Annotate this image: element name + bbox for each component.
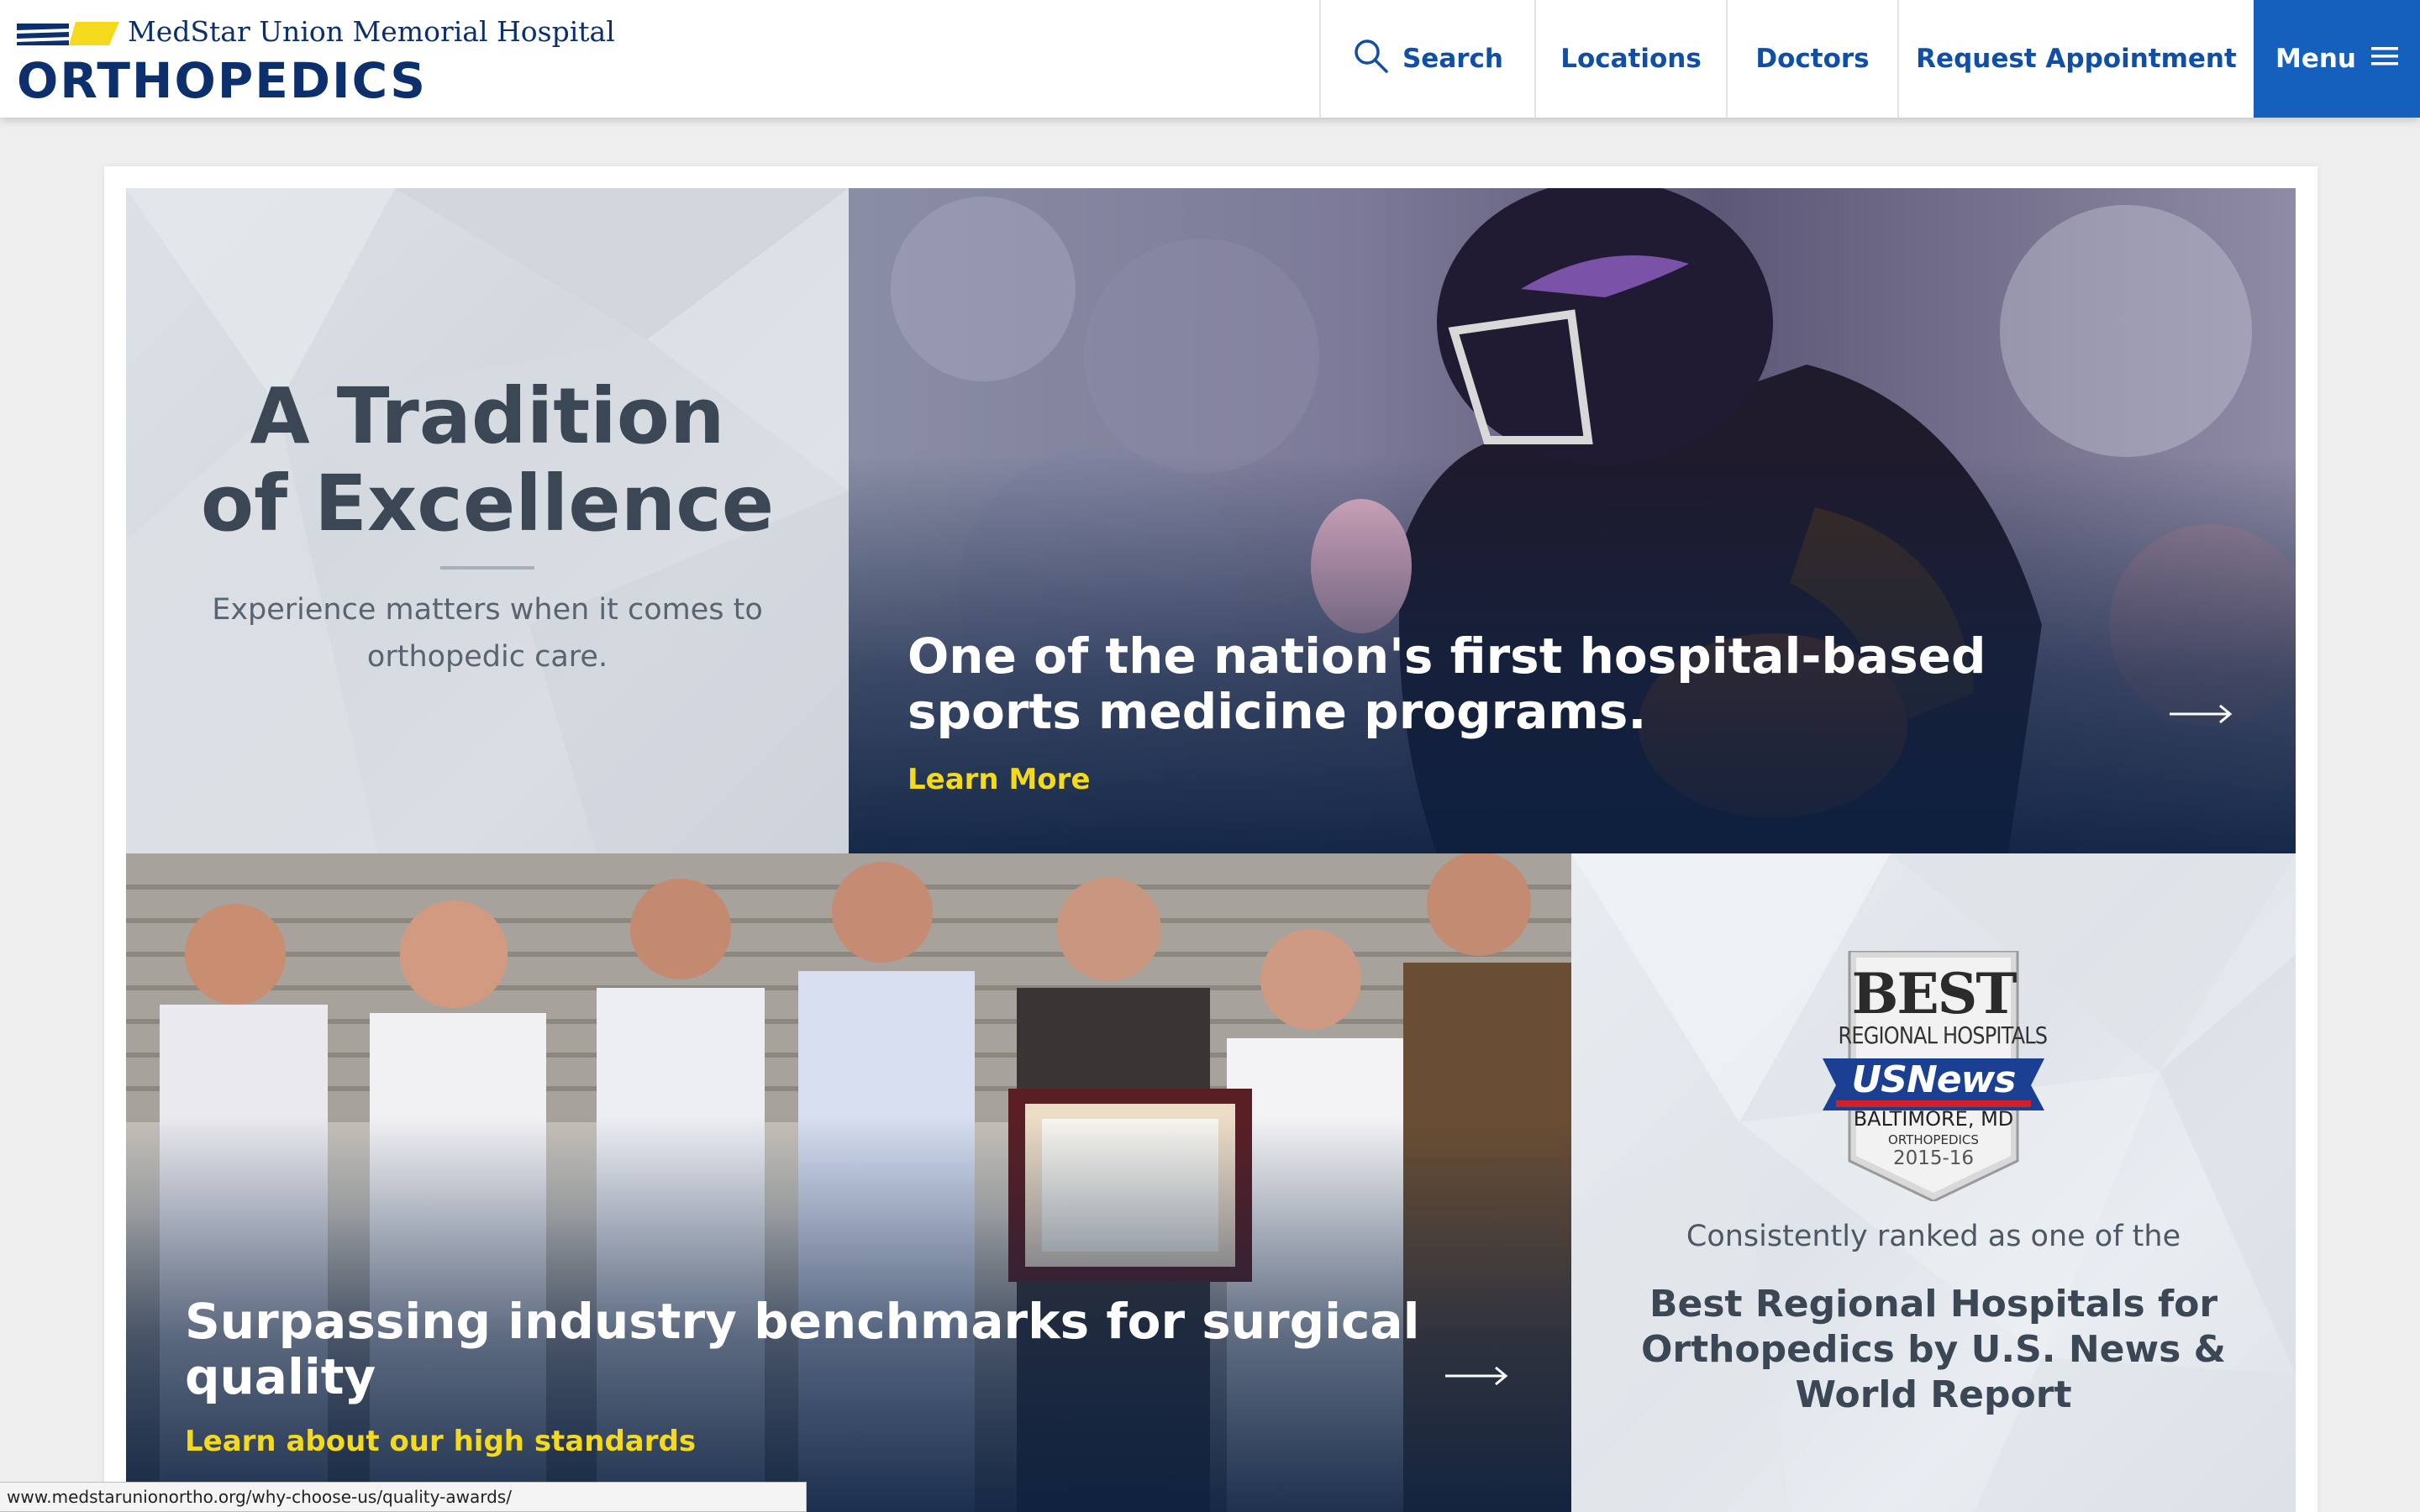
nav-doctors-label: Doctors (1755, 44, 1870, 74)
ranking-title: Best Regional Hospitals for Orthopedics … (1640, 1283, 2227, 1416)
medstar-logo-icon (17, 22, 119, 45)
tradition-title: A Tradition of Excellence (126, 373, 849, 548)
hospital-name: MedStar Union Memorial Hospital (128, 15, 615, 48)
arrow-right-icon[interactable] (1445, 1366, 1509, 1386)
nav-search-button[interactable]: Search (1319, 0, 1534, 118)
high-standards-link[interactable]: Learn about our high standards (185, 1425, 696, 1458)
ranking-panel: BEST REGIONAL HOSPITALS USNews BALTIMORE… (1571, 853, 2296, 1512)
ranking-intro: Consistently ranked as one of the (1686, 1220, 2181, 1253)
badge-usnews-logo: USNews (1851, 1058, 2017, 1101)
us-news-badge: BEST REGIONAL HOSPITALS USNews BALTIMORE… (1823, 951, 2048, 1201)
learn-more-link[interactable]: Learn More (908, 763, 1091, 796)
badge-best-text: BEST (1851, 961, 2018, 1026)
nav-request-appointment-link[interactable]: Request Appointment (1897, 0, 2254, 118)
search-icon (1352, 37, 1389, 81)
hamburger-menu-icon (2371, 44, 2398, 74)
tradition-panel: A Tradition of Excellence Experience mat… (126, 188, 849, 853)
browser-status-bar: www.medstarunionortho.org/why-choose-us/… (0, 1482, 807, 1512)
badge-years: 2015-16 (1892, 1147, 1975, 1169)
nav-locations-link[interactable]: Locations (1534, 0, 1726, 118)
tradition-title-line2: of Excellence (200, 459, 775, 549)
tradition-content: A Tradition of Excellence Experience mat… (126, 188, 849, 853)
nav-request-label: Request Appointment (1916, 44, 2237, 74)
site-header: MedStar Union Memorial Hospital ORTHOPED… (0, 0, 2420, 118)
main-nav: Search Locations Doctors Request Appoint… (1319, 0, 2420, 118)
arrow-right-icon[interactable] (2170, 704, 2233, 724)
badge-subtitle: REGIONAL HOSPITALS (1838, 1021, 2048, 1049)
nav-locations-label: Locations (1560, 44, 1702, 74)
nav-doctors-link[interactable]: Doctors (1726, 0, 1897, 118)
surgical-heading: Surpassing industry benchmarks for surgi… (185, 1293, 1420, 1405)
site-logo[interactable]: MedStar Union Memorial Hospital ORTHOPED… (17, 15, 615, 109)
department-name: ORTHOPEDICS (17, 52, 428, 109)
nav-search-label: Search (1402, 44, 1503, 74)
sports-medicine-panel[interactable]: One of the nation's first hospital-based… (849, 188, 2296, 853)
tradition-title-line1: A Tradition (250, 371, 725, 461)
menu-label: Menu (2275, 44, 2356, 74)
tradition-subtitle: Experience matters when it comes to orth… (212, 593, 763, 674)
surgical-quality-panel[interactable]: Surpassing industry benchmarks for surgi… (126, 853, 1571, 1512)
sports-heading: One of the nation's first hospital-based… (908, 627, 1986, 740)
badge-specialty: ORTHOPEDICS (1888, 1132, 1979, 1147)
title-divider (440, 566, 534, 570)
badge-city: BALTIMORE, MD (1853, 1107, 2014, 1131)
menu-button[interactable]: Menu (2254, 0, 2420, 118)
